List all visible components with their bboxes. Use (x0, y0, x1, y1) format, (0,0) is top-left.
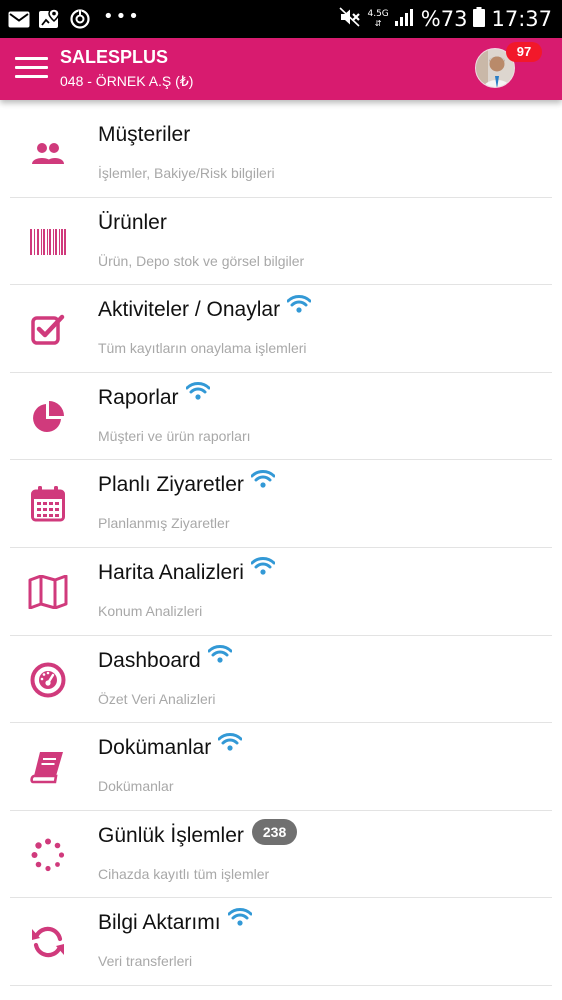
app-title: SALESPLUS (60, 47, 169, 67)
menu-item-subtitle: Cihazda kayıtlı tüm işlemler (98, 865, 270, 882)
check-square-icon (28, 309, 68, 349)
wifi-online-icon (250, 469, 276, 494)
menu-item-customers[interactable]: Müşteriler İşlemler, Bakiye/Risk bilgile… (0, 110, 562, 198)
network-type: 4.5G ⇵ (367, 8, 389, 28)
menu-item-title: Planlı Ziyaretler (98, 473, 244, 497)
count-badge: 238 (251, 818, 298, 845)
menu-item-reports[interactable]: Raporlar Müşteri ve ürün raporları (0, 373, 562, 461)
notification-badge[interactable]: 97 (506, 42, 542, 62)
menu-item-data-transfer[interactable]: Bilgi Aktarımı Veri transferleri (0, 898, 562, 986)
menu-item-title: Harita Analizleri (98, 560, 244, 584)
menu-item-dashboard[interactable]: Dashboard Özet Veri Analizleri (0, 636, 562, 724)
menu-item-subtitle: Ürün, Depo stok ve görsel bilgiler (98, 252, 305, 269)
users-icon (28, 134, 68, 174)
wifi-online-icon (185, 382, 211, 406)
battery-icon (473, 6, 486, 32)
menu-item-activities-approvals[interactable]: Aktiviteler / Onaylar Tüm kayıtların ona… (0, 285, 562, 373)
menu-item-subtitle: Müşteri ve ürün raporları (98, 427, 251, 444)
clock-icon (70, 9, 90, 29)
mute-icon (339, 6, 361, 32)
menu-item-documents[interactable]: Dokümanlar Dokümanlar (0, 723, 562, 811)
company-subtitle: 048 - ÖRNEK A.Ş (₺) (60, 73, 194, 89)
menu-item-subtitle: Özet Veri Analizleri (98, 690, 216, 707)
menu-item-subtitle: Konum Analizleri (98, 602, 203, 619)
network-label: 4.5G (367, 8, 389, 19)
menu-item-subtitle: Tüm kayıtların onaylama işlemleri (98, 340, 307, 357)
menu-item-subtitle: Planlanmış Ziyaretler (98, 515, 230, 532)
menu-item-title: Ürünler (98, 210, 167, 234)
signal-icon (394, 7, 415, 32)
spinner-icon (28, 835, 68, 875)
main-menu-list: Müşteriler İşlemler, Bakiye/Risk bilgile… (0, 110, 562, 986)
wifi-online-icon (217, 732, 243, 757)
menu-item-subtitle: İşlemler, Bakiye/Risk bilgileri (98, 165, 275, 181)
barcode-icon (28, 222, 68, 262)
wifi-online-icon (227, 907, 253, 932)
menu-item-title: Bilgi Aktarımı (98, 911, 221, 935)
pie-chart-icon (28, 397, 68, 437)
menu-item-subtitle: Dokümanlar (98, 778, 174, 795)
menu-item-title: Aktiviteler / Onaylar (98, 298, 281, 322)
battery-percent: %73 (420, 7, 468, 31)
map-marker-icon (39, 9, 61, 29)
menu-item-title: Dokümanlar (98, 736, 212, 760)
menu-item-title: Raporlar (98, 385, 179, 409)
clock-time: 17:37 (491, 7, 552, 31)
app-header: SALESPLUS 048 - ÖRNEK A.Ş (₺) 97 (0, 38, 562, 100)
wifi-online-icon (207, 645, 233, 669)
dashboard-gauge-icon (28, 660, 68, 700)
menu-item-daily-transactions[interactable]: Günlük İşlemler 238 Cihazda kayıtlı tüm … (0, 811, 562, 899)
more-dots-icon: ••• (103, 5, 141, 27)
menu-item-map-analysis[interactable]: Harita Analizleri Konum Analizleri (0, 548, 562, 636)
menu-item-planned-visits[interactable]: Planlı Ziyaretler Planlanmış Ziyaretler (0, 460, 562, 548)
status-bar: ••• 4.5G ⇵ %73 17:37 (0, 0, 562, 38)
map-icon (28, 572, 68, 612)
menu-item-title: Dashboard (98, 648, 201, 672)
hamburger-menu-icon[interactable] (15, 55, 48, 81)
menu-item-title: Günlük İşlemler (98, 823, 244, 847)
menu-item-subtitle: Veri transferleri (98, 953, 193, 970)
menu-item-products[interactable]: Ürünler Ürün, Depo stok ve görsel bilgil… (0, 198, 562, 286)
wifi-online-icon (286, 294, 312, 319)
wifi-online-icon (250, 557, 276, 581)
mail-icon (8, 11, 30, 28)
calendar-icon (28, 484, 68, 524)
divider (10, 984, 552, 986)
book-icon (28, 747, 68, 787)
sync-icon (28, 922, 68, 962)
menu-item-title: Müşteriler (98, 123, 191, 146)
